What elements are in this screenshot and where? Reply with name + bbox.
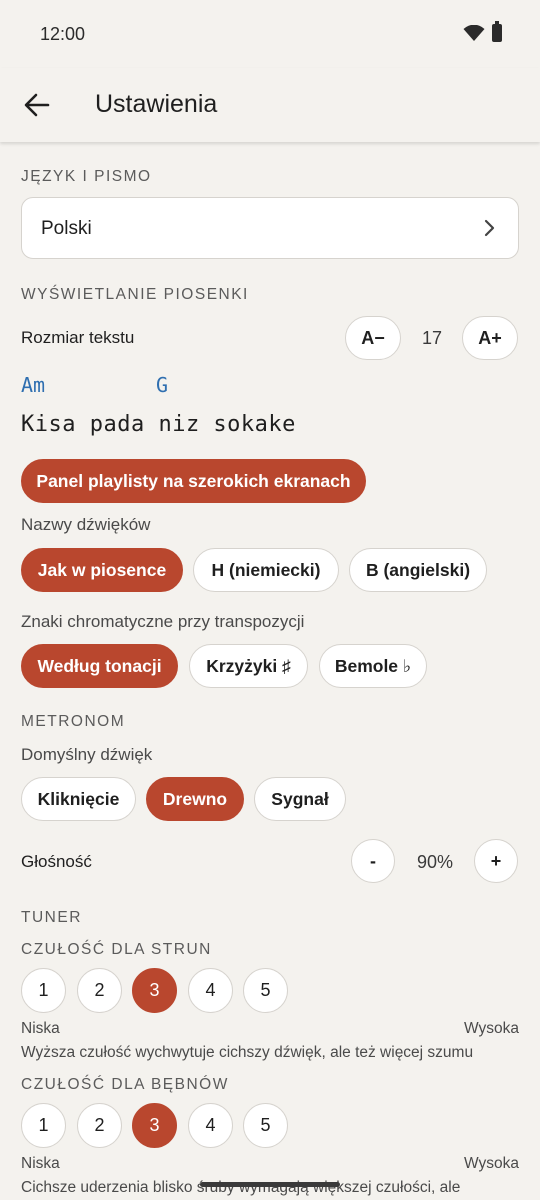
drums-high-label: Wysoka xyxy=(464,1155,519,1172)
wifi-icon xyxy=(463,24,485,47)
section-metronome: METRONOM xyxy=(21,713,126,730)
drums-sensitivity-option[interactable]: 5 xyxy=(243,1103,288,1148)
drums-sensitivity-label: CZUŁOŚĆ DLA BĘBNÓW xyxy=(21,1076,229,1093)
drums-sensitivity-option[interactable]: 1 xyxy=(21,1103,66,1148)
battery-icon xyxy=(492,21,502,42)
strings-sensitivity-label: CZUŁOŚĆ DLA STRUN xyxy=(21,941,212,958)
drums-low-label: Niska xyxy=(21,1155,60,1172)
strings-high-label: Wysoka xyxy=(464,1020,519,1037)
preview-chord: Am xyxy=(21,373,46,397)
section-tuner: TUNER xyxy=(21,909,82,926)
accidentals-option[interactable]: Bemole ♭ xyxy=(319,644,427,688)
arrow-back-icon[interactable] xyxy=(22,90,52,120)
volume-increase-button[interactable]: + xyxy=(474,839,518,883)
preview-chord: G xyxy=(156,373,169,397)
note-names-option[interactable]: Jak w piosence xyxy=(21,548,183,592)
strings-sensitivity-option[interactable]: 1 xyxy=(21,968,66,1013)
section-language: JĘZYK I PISMO xyxy=(21,168,152,185)
strings-low-label: Niska xyxy=(21,1020,60,1037)
strings-hint: Wyższa czułość wychwytuje cichszy dźwięk… xyxy=(21,1044,474,1061)
strings-sensitivity-option[interactable]: 3 xyxy=(132,968,177,1013)
decrease-text-size-button[interactable]: A− xyxy=(345,316,401,360)
metronome-sound-option[interactable]: Kliknięcie xyxy=(21,777,136,821)
language-select[interactable]: Polski xyxy=(21,197,519,259)
metronome-sound-label: Domyślny dźwięk xyxy=(21,745,153,764)
volume-label: Głośność xyxy=(21,852,92,871)
gesture-nav-handle[interactable] xyxy=(200,1182,340,1187)
metronome-sound-option[interactable]: Sygnał xyxy=(254,777,346,821)
increase-text-size-button[interactable]: A+ xyxy=(462,316,518,360)
accidentals-label: Znaki chromatyczne przy transpozycji xyxy=(21,612,305,631)
note-names-option[interactable]: H (niemiecki) xyxy=(193,548,339,592)
text-size-label: Rozmiar tekstu xyxy=(21,328,135,347)
page-title: Ustawienia xyxy=(95,90,218,118)
playlist-panel-toggle[interactable]: Panel playlisty na szerokich ekranach xyxy=(21,459,366,503)
drums-sensitivity-option[interactable]: 4 xyxy=(188,1103,233,1148)
volume-decrease-button[interactable]: - xyxy=(351,839,395,883)
strings-sensitivity-option[interactable]: 4 xyxy=(188,968,233,1013)
strings-sensitivity-option[interactable]: 5 xyxy=(243,968,288,1013)
accidentals-option[interactable]: Według tonacji xyxy=(21,644,178,688)
chevron-right-icon xyxy=(484,218,496,243)
text-size-value: 17 xyxy=(421,328,443,348)
preview-lyric: Kisa pada niz sokake xyxy=(21,412,296,437)
language-value: Polski xyxy=(41,218,92,239)
metronome-sound-option[interactable]: Drewno xyxy=(146,777,244,821)
note-names-label: Nazwy dźwięków xyxy=(21,515,151,534)
status-time: 12:00 xyxy=(40,24,86,44)
section-song-display: WYŚWIETLANIE PIOSENKI xyxy=(21,286,249,303)
volume-value: 90% xyxy=(416,852,454,872)
app-bar: Ustawienia xyxy=(0,68,540,142)
drums-sensitivity-option[interactable]: 2 xyxy=(77,1103,122,1148)
accidentals-option[interactable]: Krzyżyki ♯ xyxy=(189,644,308,688)
drums-sensitivity-option[interactable]: 3 xyxy=(132,1103,177,1148)
strings-sensitivity-option[interactable]: 2 xyxy=(77,968,122,1013)
note-names-option[interactable]: B (angielski) xyxy=(349,548,487,592)
status-bar: 12:00 xyxy=(0,0,540,68)
